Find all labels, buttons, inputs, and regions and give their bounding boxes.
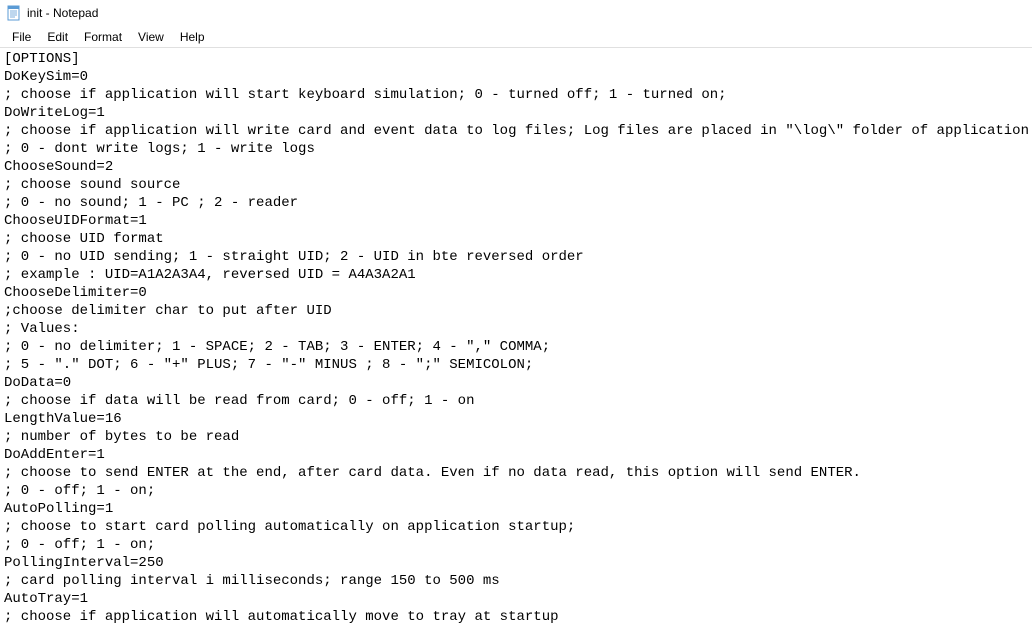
window-title: init - Notepad <box>27 6 98 20</box>
menu-format[interactable]: Format <box>76 28 130 45</box>
menu-edit[interactable]: Edit <box>39 28 76 45</box>
menu-file[interactable]: File <box>4 28 39 45</box>
menu-view[interactable]: View <box>130 28 172 45</box>
notepad-icon <box>6 5 22 21</box>
text-editor[interactable]: [OPTIONS] DoKeySim=0 ; choose if applica… <box>0 48 1032 624</box>
menu-help[interactable]: Help <box>172 28 213 45</box>
menu-bar: File Edit Format View Help <box>0 26 1032 48</box>
title-bar: init - Notepad <box>0 0 1032 26</box>
